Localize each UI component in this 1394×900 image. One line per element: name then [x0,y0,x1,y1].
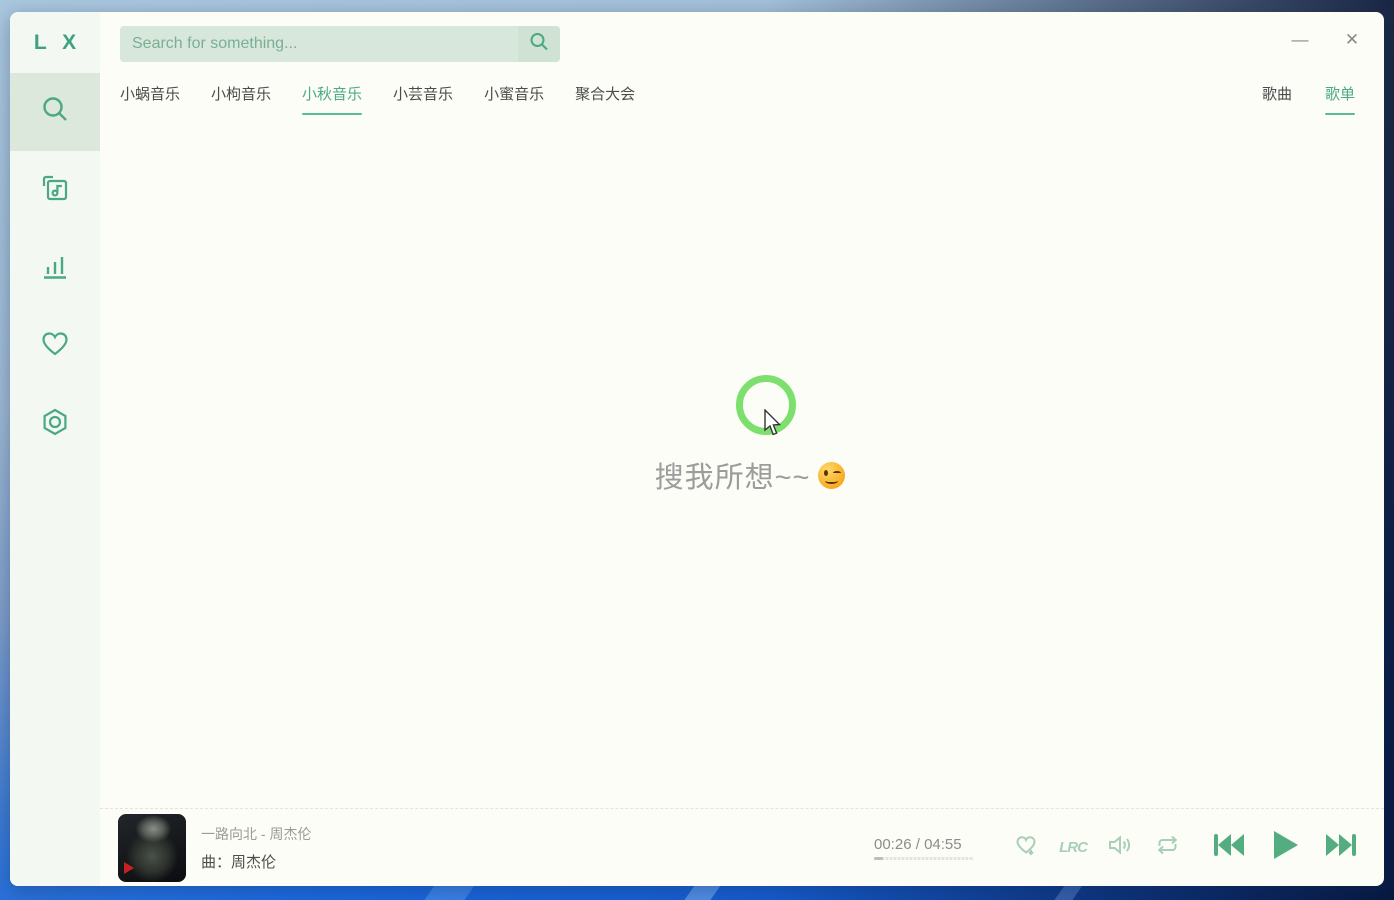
time-block: 00:26 / 04:55 [874,836,982,860]
emoji-eye [824,469,829,476]
play-icon [1270,829,1300,866]
tab-label: 小秋音乐 [302,85,363,103]
sidebar-item-leaderboard[interactable] [10,229,100,307]
total-time: 04:55 [924,835,962,853]
wink-emoji [818,461,846,489]
window-controls: — ✕ [1286,26,1366,54]
sidebar-item-search[interactable] [10,73,100,151]
volume-button[interactable] [1106,834,1134,862]
tab-playlists[interactable]: 歌单 [1324,83,1355,115]
source-tabs: 小蜗音乐 小枸音乐 小秋音乐 小芸音乐 小蜜音乐 聚合大会 [120,83,635,115]
search-empty-state: 搜我所想~~ [100,118,1384,808]
search-input[interactable] [120,26,518,62]
repeat-icon [1154,832,1181,863]
search-box [120,26,560,62]
progress-bar[interactable] [874,856,974,860]
play-mode-button[interactable] [1153,834,1181,862]
hint-text: 搜我所想~~ [654,462,811,494]
magnifier-icon [39,94,71,131]
sidebar-item-favorites[interactable] [10,307,100,385]
sidebar: L X [10,12,100,886]
emoji-wink-eye [833,470,842,475]
progress-fill [874,856,883,860]
bar-chart-icon [39,250,71,287]
time-separator: / [915,835,920,853]
love-song-button[interactable] [1012,834,1040,862]
lrc-icon: LRC [1059,839,1088,856]
active-tab-underline [1324,112,1355,115]
sidebar-item-settings[interactable] [10,385,100,463]
sidebar-item-my-music[interactable] [10,151,100,229]
tab-source-5[interactable]: 聚合大会 [575,83,635,106]
song-artist: 曲：周杰伦 [201,853,277,871]
tab-source-0[interactable]: 小蜗音乐 [120,83,180,106]
previous-track-button[interactable] [1213,831,1245,864]
app-logo: L X [33,30,82,54]
now-playing-info: 一路向北 - 周杰伦 曲：周杰伦 [201,824,311,872]
heart-icon [39,328,71,365]
player-aux-controls: LRC [1012,834,1181,862]
source-tab-row: 小蜗音乐 小枸音乐 小秋音乐 小芸音乐 小蜜音乐 聚合大会 歌曲 歌单 [100,70,1384,118]
next-track-button[interactable] [1325,831,1357,864]
album-art[interactable] [118,813,186,882]
heart-plus-icon [1013,832,1039,863]
album-art-red-mark [124,861,134,874]
emoji-mouth [825,478,839,484]
song-title: 一路向北 - 周杰伦 [201,825,312,842]
empty-hint: 搜我所想~~ [100,454,1384,496]
gear-hexagon-icon [39,406,71,443]
desktop-lyrics-button[interactable]: LRC [1059,834,1088,862]
magnifier-icon [528,31,550,58]
active-tab-underline [302,112,363,115]
player-bar: 一路向北 - 周杰伦 曲：周杰伦 00:26 / 04:55 LRC [100,808,1384,886]
tab-label: 歌单 [1324,85,1355,103]
tab-source-1[interactable]: 小枸音乐 [211,83,271,106]
next-icon [1325,831,1357,864]
main-area: — ✕ 小蜗音乐 小枸音乐 小秋音乐 小芸音乐 小蜜音乐 聚合大会 歌曲 歌单 [100,12,1384,886]
music-square-icon [39,172,71,209]
play-button[interactable] [1270,829,1300,866]
tab-source-3[interactable]: 小芸音乐 [393,83,453,106]
previous-icon [1213,831,1245,864]
search-button[interactable] [518,26,560,62]
wallpaper-streak [424,884,476,900]
result-type-tabs: 歌曲 歌单 [1262,83,1355,115]
close-button[interactable]: ✕ [1338,26,1366,54]
time-display: 00:26 / 04:55 [874,836,982,853]
tab-source-2[interactable]: 小秋音乐 [302,83,363,115]
wallpaper-streak [684,884,722,900]
topbar: — ✕ [100,12,1384,70]
current-time: 00:26 [874,835,912,853]
tab-source-4[interactable]: 小蜜音乐 [484,83,544,106]
mouse-cursor [763,408,783,442]
tab-songs[interactable]: 歌曲 [1262,83,1292,106]
minimize-button[interactable]: — [1286,26,1314,54]
wallpaper-streak [1054,884,1084,900]
speaker-icon [1107,832,1134,863]
lx-music-window: L X Search for something... — ✕ 小蜗音乐 小枸音… [10,12,1384,886]
transport-controls [1213,829,1357,866]
